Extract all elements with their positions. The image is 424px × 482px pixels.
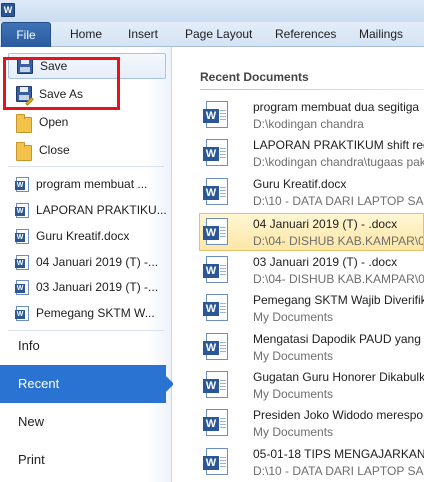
word-doc-icon xyxy=(15,254,29,270)
word-doc-icon: W xyxy=(203,256,228,283)
quick-doc-item[interactable]: program membuat ... xyxy=(8,171,166,197)
doc-name: Mengatasi Dapodik PAUD yang T xyxy=(253,332,424,346)
doc-path: D:\10 - DATA DARI LAPTOP SALS xyxy=(253,464,424,478)
section-divider xyxy=(200,89,424,90)
quick-doc-item[interactable]: 04 Januari 2019 (T) -... xyxy=(8,249,166,275)
word-doc-icon: W xyxy=(203,218,228,245)
tab-page-layout[interactable]: Page Layout xyxy=(185,22,252,47)
doc-path: My Documents xyxy=(253,425,334,439)
tab-home[interactable]: Home xyxy=(70,22,102,47)
quick-doc-label: 04 Januari 2019 (T) -... xyxy=(36,255,159,269)
word-doc-icon: W xyxy=(203,178,228,205)
doc-name: Guru Kreatif.docx xyxy=(253,177,347,191)
open-button[interactable]: Open xyxy=(8,109,166,135)
doc-path: My Documents xyxy=(253,387,334,401)
doc-path: D:\kodingan chandra\tugaas pak xyxy=(253,155,424,169)
doc-name: LAPORAN PRAKTIKUM shift regis xyxy=(253,138,424,152)
word-doc-icon xyxy=(15,176,29,192)
close-button[interactable]: Close xyxy=(8,137,166,163)
annotation-highlight-box xyxy=(3,57,120,110)
quick-doc-label: program membuat ... xyxy=(36,177,148,191)
nav-new[interactable]: New xyxy=(0,403,172,441)
close-label: Close xyxy=(39,143,70,157)
quick-doc-item[interactable]: Guru Kreatif.docx xyxy=(8,223,166,249)
word-doc-icon: W xyxy=(203,371,228,398)
recent-doc-item[interactable]: W Guru Kreatif.docx D:\10 - DATA DARI LA… xyxy=(200,174,424,212)
nav-recent[interactable]: Recent xyxy=(0,365,174,403)
doc-name: 05-01-18 TIPS MENGAJARKAN A xyxy=(253,447,424,461)
open-label: Open xyxy=(39,115,69,129)
ribbon-tab-bar: File Home Insert Page Layout References … xyxy=(0,22,424,47)
tab-insert[interactable]: Insert xyxy=(128,22,158,47)
recent-documents-panel: Recent Documents W program membuat dua s… xyxy=(173,47,424,482)
tab-file[interactable]: File xyxy=(1,22,51,47)
recent-doc-item[interactable]: W LAPORAN PRAKTIKUM shift regis D:\kodin… xyxy=(200,135,424,173)
doc-name: 04 Januari 2019 (T) - .docx xyxy=(253,217,398,231)
recent-doc-item-selected[interactable]: W 04 Januari 2019 (T) - .docx D:\04- DIS… xyxy=(199,213,424,251)
tab-mailings[interactable]: Mailings xyxy=(359,22,403,47)
quick-doc-label: Guru Kreatif.docx xyxy=(36,229,130,243)
word-doc-icon: W xyxy=(203,294,228,321)
nav-print[interactable]: Print xyxy=(0,441,172,479)
quick-doc-item[interactable]: Pemegang SKTM W... xyxy=(8,300,166,326)
doc-path: D:\kodingan chandra xyxy=(253,117,364,131)
quick-doc-item[interactable]: LAPORAN PRAKTIKU... xyxy=(8,197,166,223)
doc-path: My Documents xyxy=(253,310,334,324)
recent-doc-item[interactable]: W Pemegang SKTM Wajib Diverifik My Docum… xyxy=(200,290,424,328)
word-doc-icon xyxy=(15,279,29,295)
backstage-nav: Save Save As Open Close program membuat … xyxy=(0,47,174,482)
open-folder-icon xyxy=(16,114,32,133)
doc-name: Gugatan Guru Honorer Dikabulk xyxy=(253,370,424,384)
menu-divider xyxy=(8,166,164,167)
word-doc-icon: W xyxy=(203,333,228,360)
word-app-icon[interactable]: W xyxy=(1,3,15,17)
doc-name: Pemegang SKTM Wajib Diverifik xyxy=(253,293,424,307)
doc-name: 03 Januari 2019 (T) - .docx xyxy=(253,255,398,269)
quick-doc-item[interactable]: 03 Januari 2019 (T) -... xyxy=(8,274,166,300)
nav-recent-label: Recent xyxy=(18,376,60,391)
recent-doc-item[interactable]: W Mengatasi Dapodik PAUD yang T My Docum… xyxy=(200,329,424,367)
doc-path: D:\10 - DATA DARI LAPTOP SALS xyxy=(253,194,424,208)
recent-doc-item[interactable]: W program membuat dua segitiga D:\koding… xyxy=(200,97,424,135)
doc-path: My Documents xyxy=(253,349,334,363)
doc-name: program membuat dua segitiga xyxy=(253,100,420,114)
tab-references[interactable]: References xyxy=(275,22,336,47)
quick-doc-label: Pemegang SKTM W... xyxy=(36,306,155,320)
word-doc-icon: W xyxy=(203,448,228,475)
quick-doc-label: LAPORAN PRAKTIKU... xyxy=(36,203,166,217)
recent-doc-item[interactable]: W Presiden Joko Widodo merespor My Docum… xyxy=(200,405,424,443)
close-folder-icon xyxy=(16,142,32,161)
doc-path: D:\04- DISHUB KAB.KAMPAR\02 xyxy=(253,234,424,248)
recent-doc-item[interactable]: W 05-01-18 TIPS MENGAJARKAN A D:\10 - DA… xyxy=(200,444,424,482)
word-doc-icon: W xyxy=(203,101,228,128)
word-doc-icon xyxy=(15,305,29,321)
doc-path: D:\04- DISHUB KAB.KAMPAR\02 xyxy=(253,272,424,286)
title-bar: W xyxy=(0,0,424,22)
recent-doc-item[interactable]: W 03 Januari 2019 (T) - .docx D:\04- DIS… xyxy=(200,252,424,290)
doc-name: Presiden Joko Widodo merespor xyxy=(253,408,424,422)
word-doc-icon xyxy=(15,202,29,218)
word-doc-icon: W xyxy=(203,409,228,436)
nav-info[interactable]: Info xyxy=(0,327,172,365)
word-doc-icon xyxy=(15,228,29,244)
recent-doc-item[interactable]: W Gugatan Guru Honorer Dikabulk My Docum… xyxy=(200,367,424,405)
recent-documents-title: Recent Documents xyxy=(200,70,309,84)
quick-doc-label: 03 Januari 2019 (T) -... xyxy=(36,280,159,294)
word-doc-icon: W xyxy=(203,139,228,166)
